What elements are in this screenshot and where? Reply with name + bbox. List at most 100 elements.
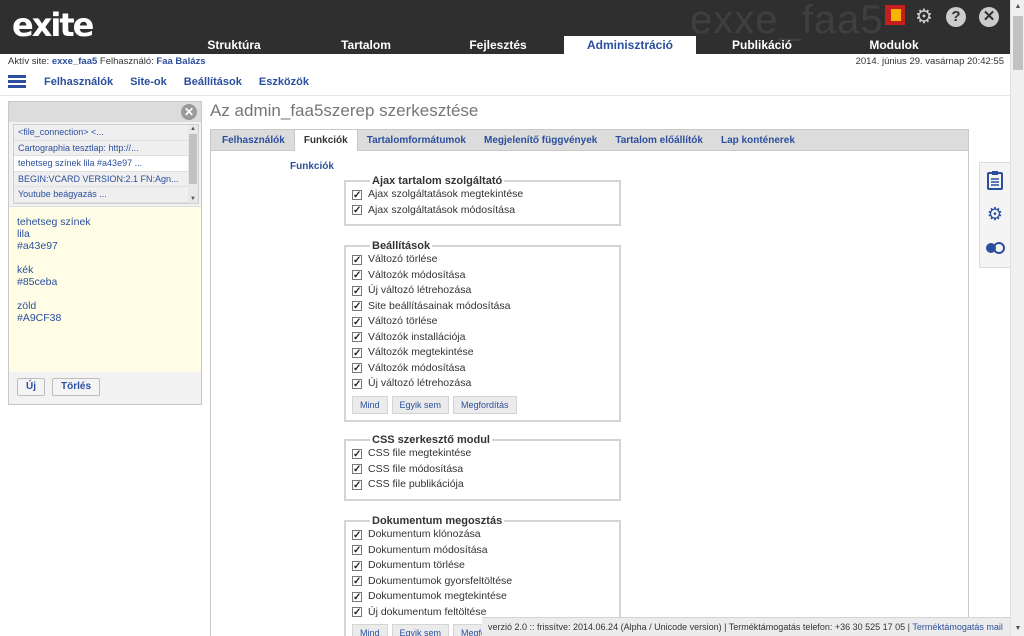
tab-megjelenito-fuggvenyek[interactable]: Megjelenítő függvények <box>475 130 606 151</box>
permission-row[interactable]: Dokumentumok megtekintése <box>352 589 611 605</box>
permission-label: Dokumentum módosítása <box>368 543 488 556</box>
support-mail-link[interactable]: Terméktámogatás mail <box>912 622 1003 632</box>
permission-row[interactable]: Változók módosítása <box>352 361 611 376</box>
checkbox[interactable] <box>352 605 362 620</box>
permission-group-css: CSS szerkesztő modul CSS file megtekinté… <box>344 434 621 501</box>
checkbox[interactable] <box>352 528 362 543</box>
section-label: Funkciók <box>290 161 334 172</box>
checkbox[interactable] <box>352 188 362 203</box>
close-icon[interactable]: ✕ <box>979 7 999 27</box>
nav-publikacio[interactable]: Publikáció <box>696 36 828 54</box>
nav-struktura[interactable]: Struktúra <box>168 36 300 54</box>
close-icon[interactable]: ✕ <box>181 104 197 120</box>
permission-row[interactable]: CSS file módosítása <box>352 462 611 477</box>
toggle-icon[interactable] <box>980 231 1010 265</box>
checkbox[interactable] <box>352 543 362 558</box>
checkbox[interactable] <box>352 478 362 493</box>
list-item[interactable]: Cartographia tesztlap: http://... <box>14 140 190 156</box>
delete-button[interactable]: Törlés <box>52 378 101 396</box>
checkbox[interactable] <box>352 590 362 605</box>
tab-bar: Felhasználók Funkciók Tartalomformátumok… <box>210 129 969 151</box>
nav-adminisztracio[interactable]: Adminisztráció <box>564 36 696 54</box>
checkbox[interactable] <box>352 299 362 314</box>
checkbox[interactable] <box>352 361 362 376</box>
permission-row[interactable]: Dokumentum módosítása <box>352 543 611 558</box>
permission-row[interactable]: Ajax szolgáltatások módosítása <box>352 203 611 218</box>
permission-row[interactable]: Változók módosítása <box>352 268 611 283</box>
scroll-down-icon[interactable]: ▼ <box>1011 622 1024 636</box>
permission-label: Dokumentum klónozása <box>368 528 481 541</box>
subnav-eszkozok[interactable]: Eszközök <box>259 76 309 88</box>
checkbox[interactable] <box>352 346 362 361</box>
checkbox[interactable] <box>352 203 362 218</box>
checkbox[interactable] <box>352 574 362 589</box>
scroll-up-icon[interactable]: ▲ <box>1011 0 1024 14</box>
tab-tartalomformatumok[interactable]: Tartalomformátumok <box>358 130 475 151</box>
checkbox[interactable] <box>352 447 362 462</box>
permission-row[interactable]: CSS file megtekintése <box>352 446 611 462</box>
checkbox[interactable] <box>352 315 362 330</box>
tab-funkciok[interactable]: Funkciók <box>293 130 358 151</box>
scroll-thumb[interactable] <box>1013 16 1023 70</box>
permission-row[interactable]: Dokumentumok gyorsfeltöltése <box>352 574 611 589</box>
tab-lap-kontenerek[interactable]: Lap konténerek <box>712 130 804 151</box>
menu-icon[interactable] <box>8 75 26 89</box>
checkbox[interactable] <box>352 462 362 477</box>
select-none-button[interactable]: Egyik sem <box>391 624 450 636</box>
checkbox[interactable] <box>352 253 362 268</box>
permission-row[interactable]: Változók installációja <box>352 330 611 345</box>
new-button[interactable]: Új <box>17 378 45 396</box>
scroll-down-icon[interactable]: ▼ <box>189 195 197 203</box>
permission-row[interactable]: Dokumentum törlése <box>352 558 611 574</box>
permission-label: Ajax szolgáltatások módosítása <box>368 203 516 216</box>
list-item[interactable]: tehetseg színek lila #a43e97 ... <box>14 156 190 172</box>
list-item[interactable]: Youtube beágyazás ... <box>14 187 190 203</box>
scroll-up-icon[interactable]: ▲ <box>189 125 197 133</box>
brand-logo-icon[interactable] <box>885 5 905 25</box>
permission-row[interactable]: Site beállításainak módosítása <box>352 299 611 314</box>
checkbox[interactable] <box>352 377 362 392</box>
app-logo[interactable]: exite <box>12 6 94 44</box>
invert-selection-button[interactable]: Megfordítás <box>453 395 517 414</box>
side-toolbar: ⚙ <box>979 162 1010 268</box>
select-none-button[interactable]: Egyik sem <box>391 395 450 414</box>
help-icon[interactable]: ? <box>946 7 966 27</box>
permission-label: CSS file megtekintése <box>368 447 472 460</box>
permission-row[interactable]: Dokumentum klónozása <box>352 527 611 543</box>
subnav-site-ok[interactable]: Site-ok <box>130 76 167 88</box>
gear-icon[interactable]: ⚙ <box>913 6 935 28</box>
group-title: Beállítások <box>372 240 431 252</box>
subnav-felhasznalok[interactable]: Felhasználók <box>44 76 113 88</box>
list-item[interactable]: BEGIN:VCARD VERSION:2.1 FN:Agn... <box>14 171 190 187</box>
nav-tartalom[interactable]: Tartalom <box>300 36 432 54</box>
subnav-beallitasok[interactable]: Beállítások <box>184 76 242 88</box>
info-bar: Aktív site: exxe_faa5 Felhasználó: Faa B… <box>0 54 1010 69</box>
page-title: Az admin_faa5szerep szerkesztése <box>210 101 479 120</box>
checkbox[interactable] <box>352 559 362 574</box>
select-all-button[interactable]: Mind <box>352 624 388 636</box>
permission-row[interactable]: Változó törlése <box>352 314 611 330</box>
permission-label: Site beállításainak módosítása <box>368 299 511 312</box>
clipboard-icon[interactable] <box>980 163 1010 197</box>
nav-fejlesztes[interactable]: Fejlesztés <box>432 36 564 54</box>
list-scrollbar[interactable]: ▲ ▼ <box>188 125 198 203</box>
tab-tartalom-eloallitok[interactable]: Tartalom előállítók <box>606 130 712 151</box>
tab-felhasznalok[interactable]: Felhasználók <box>213 130 294 151</box>
permission-row[interactable]: Új változó létrehozása <box>352 376 611 392</box>
checkbox[interactable] <box>352 284 362 299</box>
permission-row[interactable]: Változó törlése <box>352 252 611 268</box>
permission-row[interactable]: Új változó létrehozása <box>352 283 611 299</box>
scroll-thumb[interactable] <box>189 134 197 184</box>
checkbox[interactable] <box>352 268 362 283</box>
select-all-button[interactable]: Mind <box>352 395 388 414</box>
list-item[interactable]: <file_connection> <... <box>14 125 190 141</box>
clipboard-text-area[interactable]: tehetseg színek lila #a43e97 kék #85ceba… <box>9 206 201 372</box>
nav-modulok[interactable]: Modulok <box>828 36 960 54</box>
page-scrollbar[interactable]: ▲ ▼ <box>1010 0 1024 636</box>
permission-row[interactable]: Ajax szolgáltatások megtekintése <box>352 187 611 203</box>
permission-row[interactable]: CSS file publikációja <box>352 477 611 493</box>
permission-row[interactable]: Változók megtekintése <box>352 345 611 361</box>
settings-icon[interactable]: ⚙ <box>980 197 1010 231</box>
active-site-label: Aktív site: <box>8 56 50 67</box>
checkbox[interactable] <box>352 330 362 345</box>
